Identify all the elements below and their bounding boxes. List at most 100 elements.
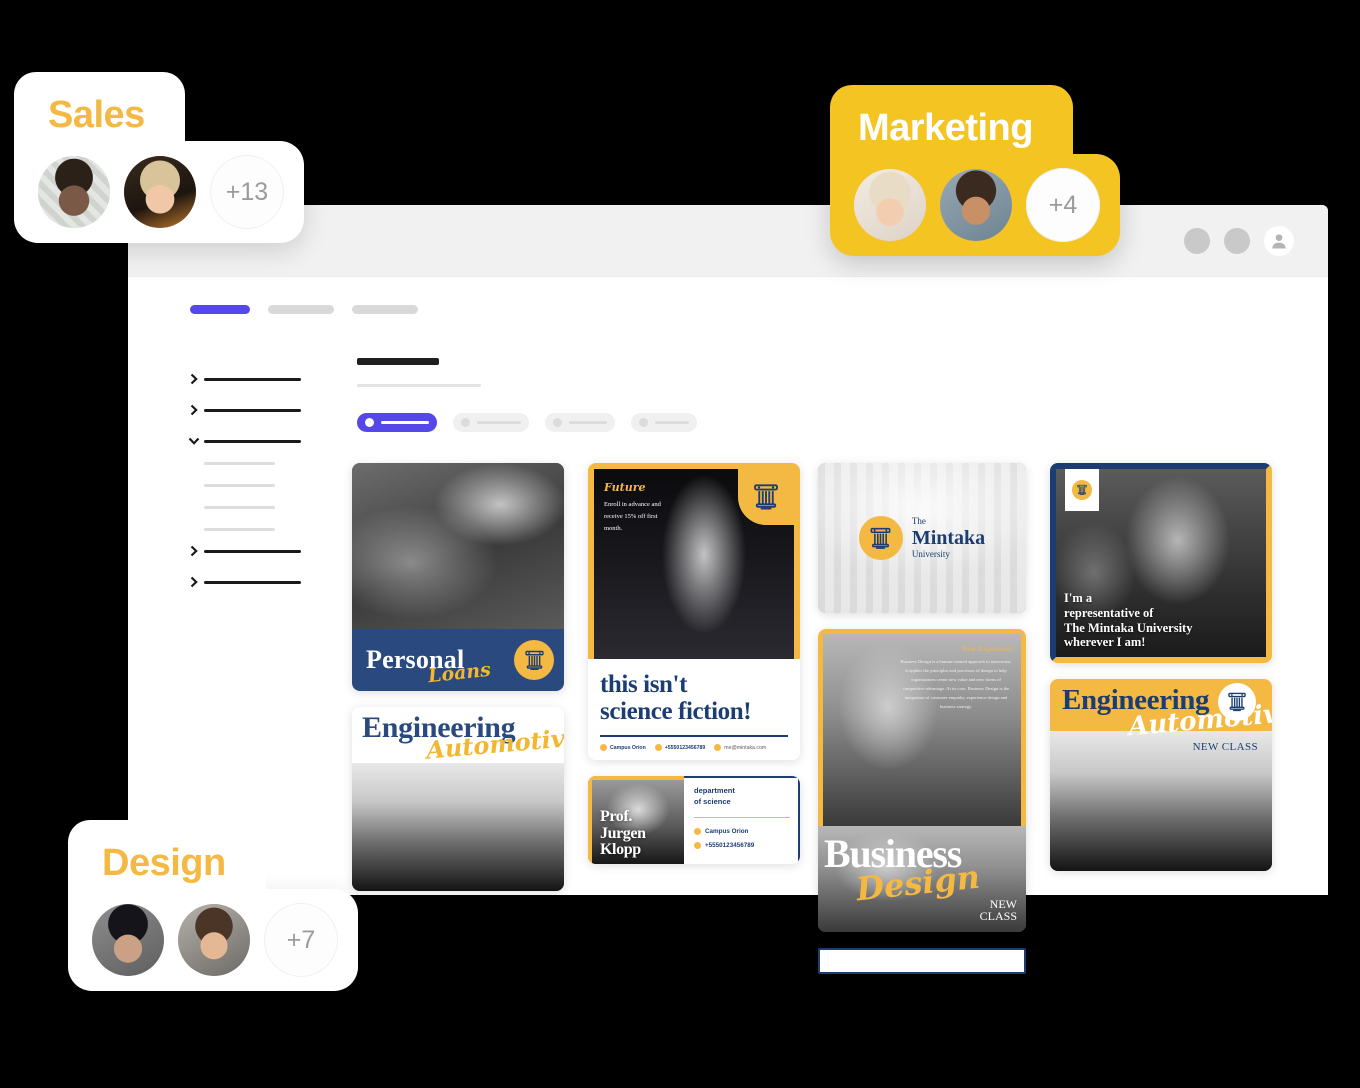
tab-2[interactable] — [268, 305, 334, 314]
card-photo — [352, 763, 564, 891]
page-title-placeholder — [357, 358, 439, 365]
team-name-sales: Sales — [14, 72, 185, 141]
representative-quote: I'm a representative of The Mintaka Univ… — [1064, 591, 1193, 650]
chip-dot-icon — [461, 418, 470, 427]
university-sub: University — [911, 549, 950, 559]
professor-name-line2: Jurgen — [600, 824, 646, 842]
new-class-badge: NEW CLASS — [979, 896, 1017, 924]
card-engineering-automotive-right[interactable]: Engineering Automotive NEW CLASS — [1050, 679, 1272, 871]
team-members-marketing: +4 — [830, 154, 1120, 256]
card-photo — [352, 463, 564, 629]
business-design-eyebrow: New Experience — [962, 644, 1012, 653]
divider — [694, 816, 790, 819]
chevron-right-icon[interactable] — [190, 373, 204, 385]
team-name-design: Design — [68, 820, 266, 889]
sidebar-item-label — [204, 408, 301, 412]
card-representative[interactable]: I'm a representative of The Mintaka Univ… — [1050, 463, 1272, 663]
contact-phone: +5550123456789 — [654, 744, 705, 751]
avatar[interactable] — [178, 904, 250, 976]
professor-name-line1: Prof. — [600, 808, 632, 826]
card-photo-businessman: New Experience Business Design is a huma… — [823, 634, 1021, 826]
window-dot-icon[interactable] — [1224, 227, 1250, 254]
card-hero: Future Enroll in advance and receive 15%… — [588, 463, 800, 659]
sidebar-item-1[interactable] — [190, 368, 353, 390]
filter-chip-3[interactable] — [545, 413, 615, 432]
window-controls — [1184, 225, 1294, 256]
chevron-right-icon[interactable] — [190, 404, 204, 416]
grid-column-2: Future Enroll in advance and receive 15%… — [588, 463, 800, 880]
tab-3[interactable] — [352, 305, 418, 314]
chevron-down-icon[interactable] — [190, 435, 204, 447]
location-icon — [694, 828, 701, 836]
sidebar-child-4[interactable] — [190, 518, 353, 540]
card-engineering-automotive-left[interactable]: Engineering Automotive — [352, 707, 564, 891]
card-hero: New Experience Business Design is a huma… — [818, 629, 1026, 826]
department-line2: of science — [694, 796, 731, 806]
sidebar-item-label — [204, 549, 301, 553]
user-avatar-icon[interactable] — [1264, 225, 1294, 256]
overflow-count-marketing[interactable]: +4 — [1026, 168, 1100, 242]
card-header: Engineering Automotive — [352, 707, 564, 765]
card-university-logo[interactable]: The Mintaka University — [818, 463, 1026, 613]
column-icon — [1072, 480, 1092, 500]
filter-chip-4[interactable] — [631, 413, 697, 432]
sidebar-item-label — [204, 377, 301, 381]
filter-chip-2[interactable] — [453, 413, 529, 432]
business-design-body: Business Design is a human-centred appro… — [900, 659, 1012, 709]
team-card-sales[interactable]: Sales +13 — [14, 72, 304, 243]
chevron-right-icon[interactable] — [190, 545, 204, 557]
sidebar-child-3[interactable] — [190, 496, 353, 518]
grid-column-4: I'm a representative of The Mintaka Univ… — [1050, 463, 1272, 887]
tab-1-active[interactable] — [190, 305, 250, 314]
future-eyebrow: Future — [604, 481, 646, 494]
column-icon — [738, 469, 794, 525]
professor-name-line3: Klopp — [600, 841, 641, 859]
grid-column-3: The Mintaka University New Experience Bu… — [818, 463, 1026, 974]
avatar[interactable] — [124, 156, 196, 228]
university-lockup: The Mintaka University — [858, 516, 985, 560]
avatar[interactable] — [38, 156, 110, 228]
card-personal-loans[interactable]: Personal Loans — [352, 463, 564, 691]
card-title-band: Personal Loans — [352, 629, 564, 691]
team-card-marketing[interactable]: Marketing +4 — [830, 85, 1120, 256]
page-root: Personal Loans Engineering Automotive Fu… — [0, 0, 1360, 1088]
chip-dot-icon — [639, 418, 648, 427]
phone-icon — [694, 842, 701, 850]
sidebar-item-label — [204, 439, 301, 443]
card-photo-athlete: I'm a representative of The Mintaka Univ… — [1056, 469, 1266, 657]
card-business-design[interactable]: New Experience Business Design is a huma… — [818, 629, 1026, 932]
column-icon — [858, 516, 903, 560]
card-frame: I'm a representative of The Mintaka Univ… — [1050, 463, 1272, 663]
card-professor[interactable]: Prof. Jurgen Klopp department of science… — [588, 776, 800, 865]
team-card-design[interactable]: Design +7 — [68, 820, 358, 991]
avatar[interactable] — [940, 169, 1012, 241]
sidebar-child-1[interactable] — [190, 452, 353, 474]
chevron-right-icon[interactable] — [190, 576, 204, 588]
contact-phone: +5550123456789 — [694, 842, 790, 850]
sf-headline-line1: this isn't — [600, 671, 688, 698]
team-members-sales: +13 — [14, 141, 304, 243]
sidebar-item-2[interactable] — [190, 399, 353, 421]
card-business-design-footer[interactable] — [818, 948, 1026, 974]
sidebar-item-4[interactable] — [190, 540, 353, 562]
overflow-count-sales[interactable]: +13 — [210, 155, 284, 229]
column-icon — [1218, 683, 1256, 721]
new-class-label: NEW CLASS — [1192, 741, 1258, 753]
contact-mail: me@mintaka.com — [714, 744, 766, 751]
card-photo-hall: The Mintaka University — [818, 463, 1026, 613]
grid-column-1: Personal Loans Engineering Automotive — [352, 463, 564, 907]
overflow-count-design[interactable]: +7 — [264, 903, 338, 977]
mail-icon — [714, 744, 722, 751]
contact-location: Campus Orion — [600, 744, 646, 751]
sidebar-child-2[interactable] — [190, 474, 353, 496]
avatar[interactable] — [854, 169, 926, 241]
department-line1: department — [694, 786, 735, 795]
avatar[interactable] — [92, 904, 164, 976]
sidebar-item-5[interactable] — [190, 571, 353, 593]
filter-chip-active[interactable] — [357, 413, 437, 432]
sidebar-item-3-expanded[interactable] — [190, 430, 353, 452]
page-subtitle-placeholder — [357, 384, 481, 387]
card-science-fiction[interactable]: Future Enroll in advance and receive 15%… — [588, 463, 800, 760]
window-dot-icon[interactable] — [1184, 227, 1210, 254]
filter-chip-row — [357, 413, 1328, 432]
